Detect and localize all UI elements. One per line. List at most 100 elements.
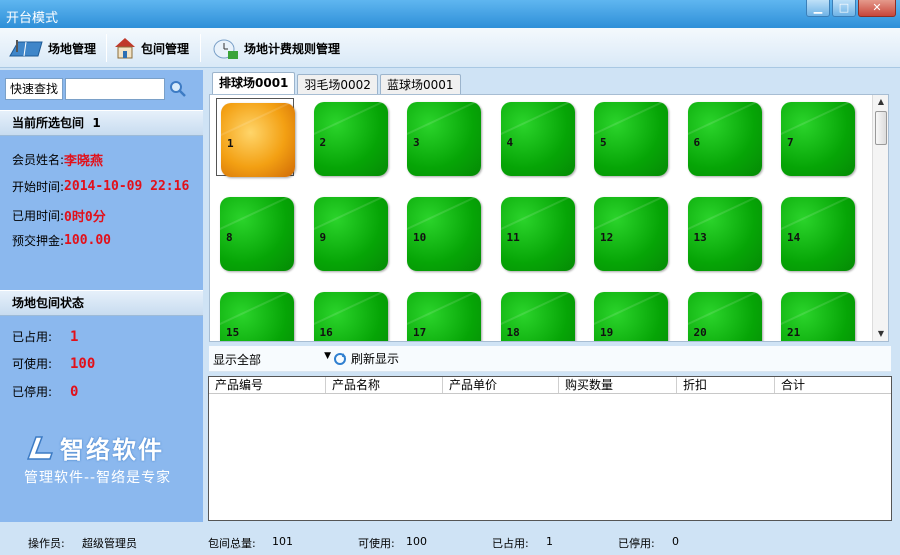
venue-tabs: 排球场0001 羽毛场0002 蓝球场0001 — [212, 72, 461, 96]
room-free-image: 3 — [407, 102, 481, 176]
logo-mark-icon — [26, 435, 54, 460]
room-free-image: 2 — [313, 102, 388, 176]
room-tile[interactable]: 12 — [590, 193, 668, 271]
disabled-label: 已停用: — [12, 385, 53, 399]
scroll-thumb[interactable] — [875, 111, 887, 145]
toolbar-divider — [106, 34, 107, 62]
col-unit-price[interactable]: 产品单价 — [443, 377, 559, 393]
close-button[interactable]: ✕ — [858, 0, 896, 17]
occupied-row: 已占用: 1 — [12, 328, 78, 345]
room-tile[interactable]: 19 — [590, 288, 668, 341]
room-mgmt-button[interactable]: 包间管理 — [113, 34, 189, 62]
available-label: 可使用: — [12, 357, 53, 371]
search-icon[interactable] — [169, 80, 187, 98]
status-total-label: 包间总量: — [208, 537, 256, 550]
maximize-button[interactable]: □ — [832, 0, 856, 17]
room-number: 18 — [506, 326, 520, 339]
room-free-image: 17 — [407, 292, 481, 341]
room-tile[interactable]: 10 — [403, 193, 481, 271]
used-row: 已用时间: 0时0分 — [12, 206, 106, 225]
room-tile[interactable]: 18 — [497, 288, 575, 341]
member-row: 会员姓名: 李晓燕 — [12, 150, 103, 169]
room-tile[interactable]: 15 — [216, 288, 294, 341]
occupied-count: 1 — [70, 328, 79, 345]
room-free-image: 18 — [500, 292, 575, 341]
col-quantity[interactable]: 购买数量 — [559, 377, 677, 393]
available-row: 可使用: 100 — [12, 355, 95, 372]
room-mgmt-label: 包间管理 — [141, 41, 190, 56]
room-number: 1 — [227, 137, 234, 150]
member-label: 会员姓名: — [12, 153, 65, 167]
logo-slogan: 管理软件--智络是专家 — [24, 470, 172, 486]
grid-scrollbar[interactable]: ▲ ▼ — [872, 95, 888, 341]
status-operator: 超级管理员 — [82, 537, 137, 550]
room-tile[interactable]: 13 — [684, 193, 762, 271]
venue-mgmt-button[interactable]: 场地管理 — [8, 34, 96, 62]
room-tile[interactable]: 3 — [403, 98, 481, 176]
status-occupied-label: 已占用: — [492, 537, 529, 550]
tab-badminton[interactable]: 羽毛场0002 — [297, 74, 378, 96]
room-number: 21 — [787, 326, 801, 339]
room-number: 2 — [319, 136, 327, 149]
refresh-button[interactable]: 刷新显示 — [333, 350, 399, 367]
room-tile[interactable]: 16 — [310, 288, 388, 341]
room-tile[interactable]: 6 — [684, 98, 762, 176]
room-tile[interactable]: 5 — [590, 98, 668, 176]
current-room-header: 当前所选包间 1 — [0, 110, 203, 136]
tab-volleyball[interactable]: 排球场0001 — [212, 72, 296, 96]
room-number: 5 — [600, 136, 607, 149]
room-tile[interactable]: 20 — [684, 288, 762, 341]
venue-mgmt-label: 场地管理 — [48, 41, 97, 56]
col-discount[interactable]: 折扣 — [677, 377, 775, 393]
room-tile[interactable]: 14 — [777, 193, 855, 271]
room-free-image: 21 — [781, 292, 855, 341]
display-filter-select[interactable]: 显示全部 ▼ — [213, 351, 331, 367]
disabled-count: 0 — [70, 383, 79, 400]
disabled-row: 已停用: 0 — [12, 383, 78, 400]
company-logo: 智络软件 管理软件--智络是专家 — [24, 430, 184, 487]
minimize-button[interactable]: ▁ — [806, 0, 830, 17]
room-tile[interactable]: 1 — [216, 98, 295, 177]
room-free-image: 15 — [220, 292, 294, 341]
status-available: 100 — [406, 535, 427, 548]
billing-rules-button[interactable]: 场地计费规则管理 — [212, 34, 340, 62]
current-room-number: 1 — [92, 116, 101, 130]
status-disabled-label: 已停用: — [618, 537, 655, 550]
room-free-image: 8 — [220, 197, 294, 271]
room-free-image: 5 — [594, 102, 668, 176]
room-number: 16 — [319, 326, 333, 339]
available-count: 100 — [70, 355, 96, 372]
room-free-image: 4 — [500, 102, 575, 176]
room-tile[interactable]: 4 — [497, 98, 575, 176]
room-number: 13 — [693, 231, 707, 244]
toolbar: 场地管理 包间管理 场地计费规则管理 — [0, 28, 900, 68]
room-tile[interactable]: 17 — [403, 288, 481, 341]
col-total[interactable]: 合计 — [775, 377, 891, 393]
col-product-code[interactable]: 产品编号 — [209, 377, 326, 393]
deposit-label: 预交押金: — [12, 234, 65, 248]
col-product-name[interactable]: 产品名称 — [326, 377, 443, 393]
room-number: 11 — [506, 231, 520, 244]
scroll-down-icon[interactable]: ▼ — [873, 327, 889, 341]
room-free-image: 14 — [781, 197, 855, 271]
room-tile[interactable]: 21 — [777, 288, 855, 341]
billing-rules-label: 场地计费规则管理 — [244, 41, 341, 56]
product-table: 产品编号 产品名称 产品单价 购买数量 折扣 合计 — [208, 376, 892, 521]
room-tile[interactable]: 7 — [777, 98, 855, 176]
tab-basketball[interactable]: 蓝球场0001 — [379, 74, 461, 96]
room-free-image: 20 — [687, 292, 762, 341]
left-panel: 快速查找 当前所选包间 1 会员姓名: 李晓燕 开始时间: 2014-10-09… — [0, 70, 203, 522]
room-tile[interactable]: 2 — [310, 98, 388, 176]
dropdown-arrow-icon[interactable]: ▼ — [324, 351, 331, 361]
room-number: 14 — [787, 231, 801, 244]
product-table-header: 产品编号 产品名称 产品单价 购买数量 折扣 合计 — [209, 377, 891, 394]
used-time: 0时0分 — [64, 210, 106, 225]
room-tile[interactable]: 11 — [497, 193, 575, 271]
room-number: 3 — [413, 136, 420, 149]
clock-icon — [213, 39, 238, 59]
search-input[interactable] — [65, 78, 165, 100]
scroll-up-icon[interactable]: ▲ — [873, 95, 889, 109]
room-tile[interactable]: 9 — [310, 193, 388, 271]
room-tile[interactable]: 8 — [216, 193, 294, 271]
room-occupied-image: 1 — [221, 103, 295, 177]
